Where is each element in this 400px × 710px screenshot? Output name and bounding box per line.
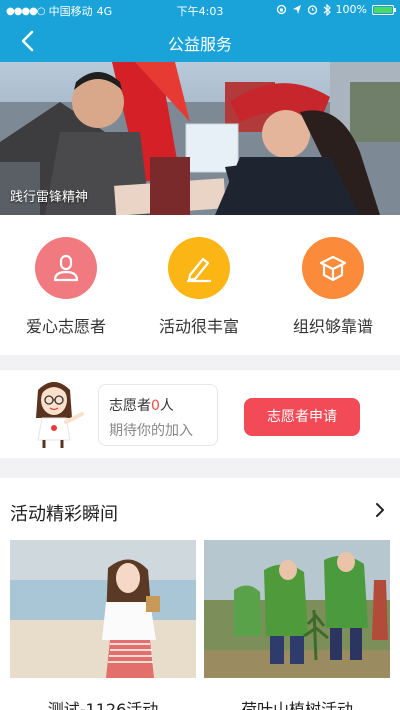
person-icon [53, 254, 79, 282]
cube-icon [319, 255, 347, 282]
more-button[interactable] [370, 498, 390, 522]
section-title: 活动精彩瞬间 [10, 504, 118, 525]
feature-label: 组织够靠谱 [292, 317, 373, 336]
nav-bar: 公益服务 [0, 20, 400, 62]
volunteer-count-prefix: 志愿者 [109, 398, 151, 414]
activity-photo [204, 540, 390, 678]
lock-rotation-icon [276, 4, 286, 15]
activity-moments-section: 活动精彩瞬间 测试-1126活动 荷叶山植树活动 [0, 478, 400, 710]
feature-activities[interactable]: 活动很丰富 [139, 237, 259, 337]
activity-name: 荷叶山植树活动 [240, 700, 353, 710]
feature-icon-circle [302, 237, 364, 299]
feature-icon-circle [168, 237, 230, 299]
volunteer-subtitle: 期待你的加入 [109, 423, 193, 439]
volunteer-count-line: 志愿者0人 [109, 395, 217, 415]
activity-card[interactable]: 荷叶山植树活动 [204, 540, 390, 710]
volunteer-count-suffix: 人 [159, 398, 174, 414]
volunteer-apply-button[interactable]: 志愿者申请 [244, 398, 360, 436]
bluetooth-icon [323, 3, 331, 16]
banner[interactable]: 践行雷锋精神 [0, 62, 400, 215]
feature-icon-circle [35, 237, 97, 299]
location-icon [292, 5, 301, 14]
activity-name: 测试-1126活动 [47, 700, 159, 710]
activity-photo [10, 540, 196, 678]
volunteer-count: 0 [151, 398, 160, 414]
battery-icon [372, 4, 396, 15]
feature-label: 爱心志愿者 [25, 317, 106, 336]
feature-label: 活动很丰富 [158, 317, 239, 336]
feature-volunteer[interactable]: 爱心志愿者 [6, 237, 126, 337]
battery-percent: 100% [335, 3, 367, 16]
volunteer-mascot-illustration [36, 382, 84, 448]
chevron-right-icon [376, 503, 384, 517]
page-title: 公益服务 [167, 35, 232, 54]
activity-card[interactable]: 测试-1126活动 [10, 540, 196, 710]
feature-organization[interactable]: 组织够靠谱 [273, 237, 393, 337]
pencil-icon [186, 257, 212, 283]
volunteer-section: 志愿者0人 期待你的加入 志愿者申请 [0, 370, 400, 458]
volunteer-count-card: 志愿者0人 期待你的加入 [98, 384, 218, 446]
status-bar: ●●●●○ 中国移动 4G 下午4:03 100% [0, 0, 400, 20]
feature-section: 爱心志愿者 活动很丰富 组织够靠谱 [0, 215, 400, 355]
banner-caption: 践行雷锋精神 [10, 190, 89, 205]
alarm-icon [307, 5, 317, 15]
